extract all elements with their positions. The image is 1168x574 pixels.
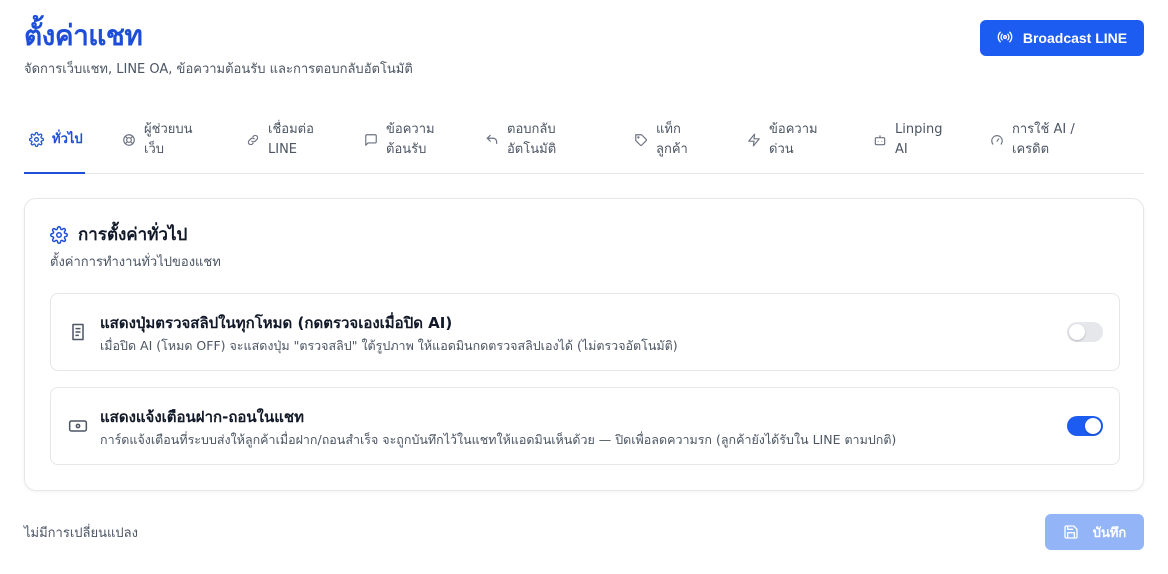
tab-label: เชื่อมต่อ LINE — [268, 121, 314, 157]
radio-broadcast-icon — [997, 29, 1013, 48]
gear-icon — [29, 132, 44, 147]
save-label: บันทึก — [1092, 525, 1127, 541]
bot-icon — [872, 132, 887, 147]
slip-check-toggle[interactable] — [1067, 322, 1103, 342]
card-description: ตั้งค่าการทำงานทั่วไปของแชท — [50, 255, 221, 270]
tab-label: ข้อความ ต้อนรับ — [386, 121, 435, 157]
card-title: การตั้งค่าทั่วไป — [78, 225, 188, 245]
card-header: การตั้งค่าทั่วไป — [50, 221, 187, 248]
tab-label: ตอบกลับ อัตโนมัติ — [507, 121, 557, 157]
message-icon — [363, 132, 378, 147]
receipt-icon — [68, 322, 88, 342]
tab-linping-ai[interactable]: Linping AI — [872, 106, 989, 173]
deposit-withdraw-toggle[interactable] — [1067, 416, 1103, 436]
reply-icon — [484, 132, 499, 147]
tab-line-connect[interactable]: เชื่อมต่อ LINE — [209, 106, 342, 173]
toggle-knob — [1069, 324, 1085, 340]
floppy-disk-icon — [1063, 524, 1079, 540]
lightning-icon — [746, 132, 761, 147]
lifebuoy-icon — [121, 132, 136, 147]
tab-customer-tags[interactable]: แท็ก ลูกค้า — [633, 106, 746, 173]
tab-welcome-message[interactable]: ข้อความ ต้อนรับ — [342, 106, 484, 173]
banknote-icon — [68, 416, 88, 436]
link-icon — [245, 132, 260, 147]
save-button[interactable]: บันทึก — [1045, 514, 1144, 550]
settings-tabs: ทั่วไป ผู้ช่วยบน เว็บ เชื่อมต่อ LINE ข้อ… — [24, 106, 1144, 174]
broadcast-line-label: Broadcast LINE — [1022, 30, 1128, 46]
tab-label: การใช้ AI / เครดิต — [1012, 121, 1075, 157]
page-subtitle: จัดการเว็บแชท, LINE OA, ข้อความต้อนรับ แ… — [24, 62, 413, 77]
slip-check-button-setting: แสดงปุ่มตรวจสลิปในทุกโหมด (กดตรวจเองเมื่… — [50, 293, 1120, 371]
tab-quick-message[interactable]: ข้อความ ด่วน — [746, 106, 872, 173]
setting-title: แสดงแจ้งเตือนฝาก-ถอนในแชท — [100, 408, 304, 426]
toggle-knob — [1085, 418, 1101, 434]
setting-description: การ์ดแจ้งเตือนที่ระบบส่งให้ลูกค้าเมื่อฝา… — [100, 432, 897, 447]
tab-auto-reply[interactable]: ตอบกลับ อัตโนมัติ — [484, 106, 633, 173]
tab-label: ทั่วไป — [52, 131, 83, 147]
tab-label: แท็ก ลูกค้า — [656, 121, 688, 157]
page-header: ตั้งค่าแชท จัดการเว็บแชท, LINE OA, ข้อคว… — [24, 18, 1144, 78]
general-settings-card: การตั้งค่าทั่วไป ตั้งค่าการทำงานทั่วไปขอ… — [24, 198, 1144, 491]
setting-description: เมื่อปิด AI (โหมด OFF) จะแสดงปุ่ม "ตรวจส… — [100, 338, 678, 353]
tab-label: Linping AI — [895, 121, 943, 157]
broadcast-line-button[interactable]: Broadcast LINE — [980, 20, 1144, 56]
deposit-withdraw-notice-setting: แสดงแจ้งเตือนฝาก-ถอนในแชท การ์ดแจ้งเตือน… — [50, 387, 1120, 465]
gear-icon — [50, 225, 68, 244]
tab-label: ผู้ช่วยบน เว็บ — [144, 121, 193, 157]
tab-general[interactable]: ทั่วไป — [24, 106, 85, 174]
tab-ai-usage-credit[interactable]: การใช้ AI / เครดิต — [989, 106, 1124, 173]
change-status-text: ไม่มีการเปลี่ยนแปลง — [24, 526, 138, 541]
gauge-icon — [989, 132, 1004, 147]
setting-title: แสดงปุ่มตรวจสลิปในทุกโหมด (กดตรวจเองเมื่… — [100, 314, 453, 332]
tab-web-assistant[interactable]: ผู้ช่วยบน เว็บ — [85, 106, 209, 173]
page-title: ตั้งค่าแชท — [24, 19, 143, 52]
tag-icon — [633, 132, 648, 147]
tab-label: ข้อความ ด่วน — [769, 121, 818, 157]
